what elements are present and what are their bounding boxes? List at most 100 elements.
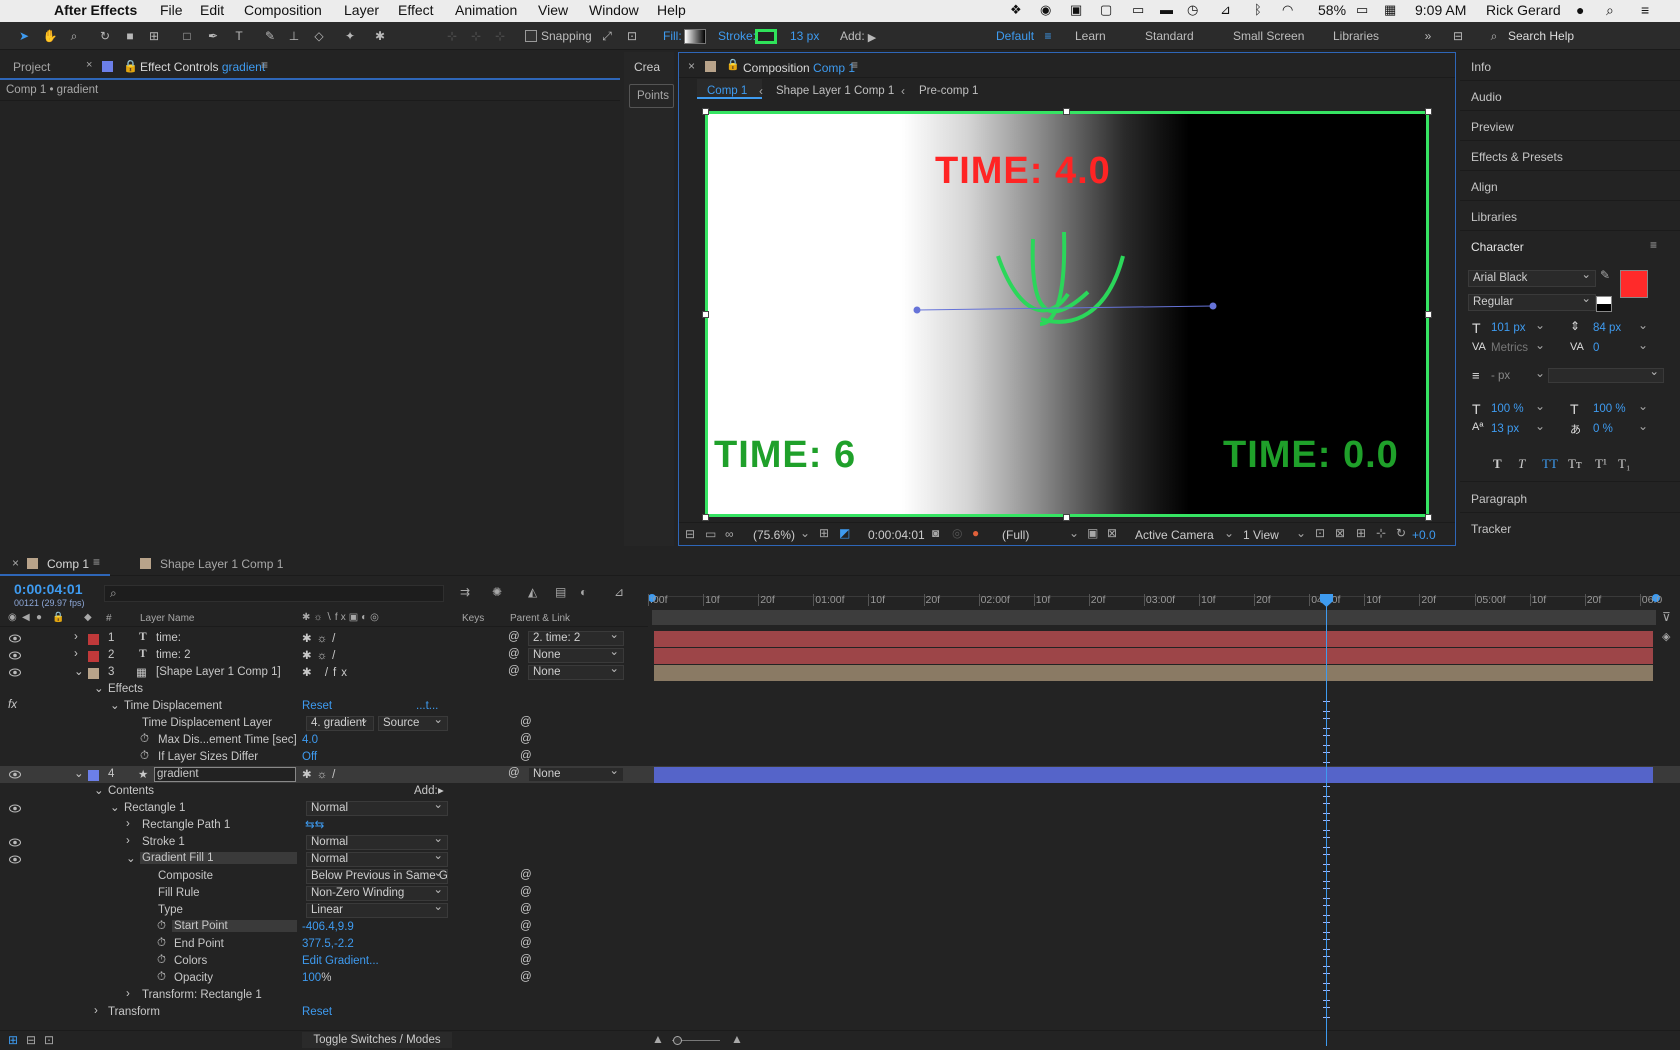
max-displacement-value[interactable]: 4.0 <box>302 734 318 746</box>
work-area-bar[interactable] <box>652 610 1656 625</box>
fill-color-swatch[interactable] <box>1620 270 1648 298</box>
app-status-icon[interactable]: ▣ <box>1070 2 1082 18</box>
layer-duration-bar[interactable] <box>654 648 1653 664</box>
menu-edit[interactable]: Edit <box>200 2 224 18</box>
workspace-menu-icon[interactable]: ≡ <box>1038 26 1058 46</box>
switches-header-icon[interactable]: ✱☼∖fx▣◐◎ <box>302 612 382 623</box>
property-row[interactable]: ⏱ If Layer Sizes Differ Off @ <box>0 749 1680 766</box>
add-menu-icon[interactable]: ▶ <box>862 27 882 47</box>
expand-arrow-icon[interactable]: › <box>126 835 130 847</box>
property-row[interactable]: Fill Rule Non-Zero Winding @ <box>0 885 1680 902</box>
graph-editor-icon[interactable]: ⊿ <box>614 585 624 599</box>
calendar-icon[interactable]: ▦ <box>1384 2 1396 18</box>
property-row[interactable]: Composite Below Previous in Same G @ <box>0 868 1680 885</box>
zoom-tool-icon[interactable]: ⌕ <box>64 26 84 46</box>
stroke-style-select[interactable] <box>1548 368 1664 383</box>
brush-tool-icon[interactable]: ✎ <box>260 26 280 46</box>
flowchart-icon[interactable]: ⊹ <box>1376 526 1386 540</box>
parent-select[interactable]: None <box>528 648 624 663</box>
tab-timeline-shape-layer[interactable]: Shape Layer 1 Comp 1 <box>160 557 283 571</box>
displacement-source-select[interactable]: Source <box>378 716 448 731</box>
libraries-panel-tab[interactable]: Libraries <box>1471 210 1517 224</box>
gradient-fill-name[interactable]: Gradient Fill 1 <box>140 852 297 864</box>
font-family-select[interactable]: Arial Black <box>1468 270 1596 287</box>
tracking-value[interactable]: 0 <box>1593 342 1599 354</box>
pickwhip-icon[interactable]: @ <box>520 937 532 949</box>
more-workspaces-icon[interactable]: » <box>1418 26 1438 46</box>
pickwhip-icon[interactable]: @ <box>508 665 520 677</box>
info-panel-tab[interactable]: Info <box>1471 60 1491 74</box>
tab-effect-controls[interactable]: Effect Controls gradient <box>140 60 265 74</box>
leading-value[interactable]: 84 px <box>1593 322 1621 334</box>
menu-animation[interactable]: Animation <box>455 2 517 18</box>
preview-panel-tab[interactable]: Preview <box>1471 120 1514 134</box>
viewer-timecode[interactable]: 0:00:04:01 <box>868 528 925 542</box>
layer-switches[interactable]: ✱ /fx <box>302 665 352 679</box>
chevron-down-icon[interactable]: ⌄ <box>1638 338 1648 352</box>
property-row[interactable]: ⏱ Max Dis...ement Time [sec] 4.0 @ <box>0 732 1680 749</box>
blend-mode-select[interactable]: Normal <box>306 852 448 867</box>
faux-bold-button[interactable]: T <box>1493 456 1502 472</box>
transform-rect-row[interactable]: › Transform: Rectangle 1 <box>0 987 1680 1004</box>
property-row[interactable]: ⏱ Opacity 100% @ <box>0 970 1680 987</box>
workspace-learn[interactable]: Learn <box>1075 29 1106 47</box>
display-icon[interactable]: ▭ <box>1132 2 1144 18</box>
bounding-handle[interactable] <box>702 311 709 318</box>
snap-options-icon[interactable]: ⤢ <box>597 26 617 46</box>
property-row[interactable]: ⏱ Colors Edit Gradient... @ <box>0 953 1680 970</box>
chevron-down-icon[interactable]: ⌄ <box>1535 318 1545 332</box>
pan-behind-tool-icon[interactable]: ⊞ <box>144 26 164 46</box>
transform-row[interactable]: › Transform Reset <box>0 1004 1680 1021</box>
lock-icon[interactable]: 🔒 <box>123 59 138 73</box>
align-panel-tab[interactable]: Align <box>1471 180 1498 194</box>
eraser-tool-icon[interactable]: ◇ <box>309 26 329 46</box>
motion-blur-icon[interactable]: ◐ <box>580 585 587 599</box>
workspace-default[interactable]: Default <box>996 29 1034 47</box>
baseline-value[interactable]: 13 px <box>1491 423 1519 435</box>
clone-stamp-tool-icon[interactable]: ⊥ <box>284 26 304 46</box>
visibility-eye-icon[interactable] <box>9 838 21 847</box>
expand-arrow-icon[interactable]: › <box>126 988 130 1000</box>
type-tool-icon[interactable]: T <box>229 26 249 46</box>
zoom-slider-handle[interactable] <box>673 1036 682 1045</box>
horizontal-scale-value[interactable]: 100 % <box>1593 403 1626 415</box>
pickwhip-icon[interactable]: @ <box>520 954 532 966</box>
contents-row[interactable]: ⌄ Contents Add: ▸ <box>0 783 1680 800</box>
menu-help[interactable]: Help <box>657 2 686 18</box>
menu-file[interactable]: File <box>160 2 183 18</box>
expand-arrow-icon[interactable]: › <box>126 818 130 830</box>
effect-options-link[interactable]: ...t... <box>416 700 438 712</box>
reset-exposure-icon[interactable]: ↻ <box>1396 526 1406 540</box>
visibility-eye-icon[interactable] <box>9 770 21 779</box>
timeline-search-input[interactable]: ⌕ <box>104 585 444 602</box>
parent-select[interactable]: None <box>528 665 624 680</box>
close-comp-tab-icon[interactable]: × <box>688 59 695 73</box>
pickwhip-icon[interactable]: @ <box>520 886 532 898</box>
menu-window[interactable]: Window <box>589 2 639 18</box>
displacement-layer-select[interactable]: 4. gradient <box>306 716 374 731</box>
workspace-small-screen[interactable]: Small Screen <box>1233 29 1304 47</box>
character-menu-icon[interactable]: ≡ <box>1650 238 1657 252</box>
property-name[interactable]: Start Point <box>172 920 297 932</box>
layer-duration-bar[interactable] <box>654 767 1653 783</box>
property-row[interactable]: Type Linear @ <box>0 902 1680 919</box>
snapping-checkbox[interactable] <box>525 30 537 42</box>
bluetooth-icon[interactable]: ᛒ <box>1254 2 1262 17</box>
airplay-icon[interactable]: ⊿ <box>1220 2 1231 18</box>
camera-tool-icon[interactable]: ■ <box>120 26 140 46</box>
fast-preview-icon[interactable]: ⊠ <box>1335 526 1345 540</box>
pickwhip-icon[interactable]: @ <box>520 750 532 762</box>
expand-arrow-icon[interactable]: › <box>94 1005 98 1017</box>
axis-local-icon[interactable]: ⊹ <box>442 26 462 46</box>
stroke-swatch[interactable] <box>755 29 777 44</box>
stopwatch-icon[interactable]: ⏱ <box>157 937 166 950</box>
app-menu[interactable]: After Effects <box>54 2 137 18</box>
hand-tool-icon[interactable]: ✋ <box>40 26 60 46</box>
all-caps-button[interactable]: TT <box>1542 456 1558 472</box>
layer-switches[interactable]: ✱☼/ <box>302 648 340 662</box>
pickwhip-icon[interactable]: @ <box>508 631 520 643</box>
points-button[interactable]: Points <box>629 84 674 108</box>
bounding-handle[interactable] <box>1425 514 1432 521</box>
pickwhip-icon[interactable]: @ <box>520 733 532 745</box>
parent-select[interactable]: 2. time: 2 <box>528 631 624 646</box>
